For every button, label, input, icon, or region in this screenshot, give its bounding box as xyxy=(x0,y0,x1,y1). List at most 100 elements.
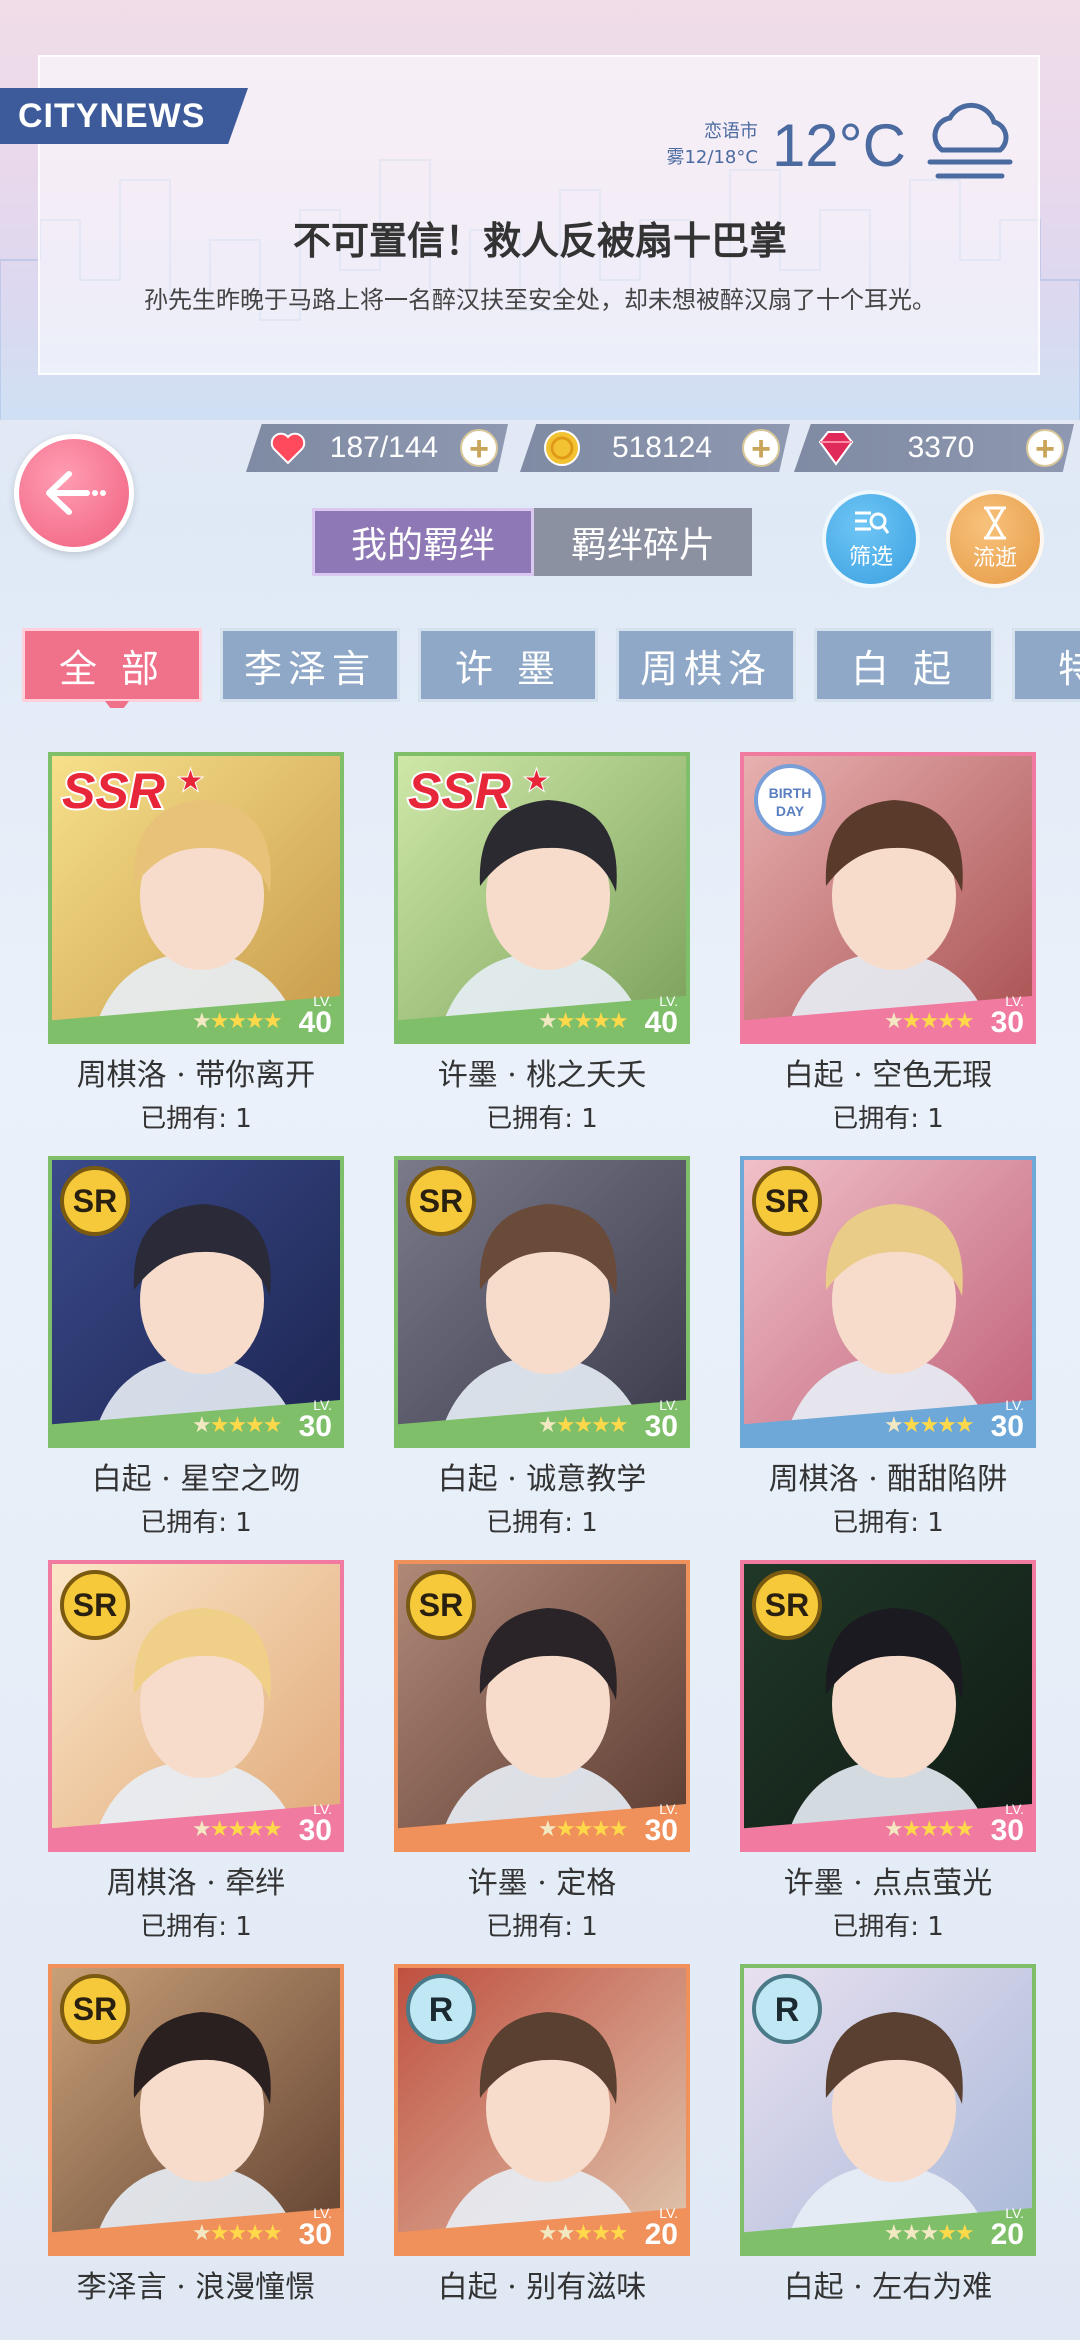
svg-text:BIRTH: BIRTH xyxy=(769,785,812,801)
star-rating: ★★★★★ xyxy=(884,1413,975,1438)
card-portrait: R ★★★★★ LV. 20 xyxy=(394,1964,690,2256)
svg-text:★: ★ xyxy=(178,764,203,797)
card-level: LV. 30 xyxy=(298,1397,332,1443)
star-rating: ★★★★★ xyxy=(538,2221,629,2246)
star-rating: ★★★★★ xyxy=(538,1413,629,1438)
citynews-tag: CITYNEWS xyxy=(0,88,248,144)
bond-card[interactable]: SR ★★★★★ LV. 30 白起 · 诚意教学已拥有: 1 xyxy=(394,1156,690,1538)
tab-li-zeyan[interactable]: 李泽言 xyxy=(220,628,400,702)
diamond-value: 3370 xyxy=(907,431,975,464)
bond-card[interactable]: SR ★★★★★ LV. 30 周棋洛 · 酣甜陷阱 已拥有: 1 xyxy=(740,1156,1036,1538)
svg-text:SR: SR xyxy=(419,1183,463,1219)
card-name: 李泽言 · 浪漫憧憬 xyxy=(76,2270,316,2305)
card-portrait: SR ★★★★★ LV. 30 xyxy=(740,1560,1036,1852)
flow-button[interactable]: 流逝 xyxy=(946,490,1044,588)
card-name: 周棋洛 · 牵绊 xyxy=(106,1866,286,1901)
svg-text:R: R xyxy=(775,1991,800,2029)
add-gold-button[interactable]: + xyxy=(742,429,780,467)
card-level: LV. 40 xyxy=(298,993,332,1039)
gold-bar: 518124 + xyxy=(520,424,790,472)
filter-icon xyxy=(855,511,890,534)
bond-card[interactable]: SSR ★ ★★★★★ LV. 40 许墨 · 桃之夭夭 已拥有: 1 xyxy=(394,752,690,1134)
star-rating: ★★★★★ xyxy=(192,2221,283,2246)
owned-count: 已拥有: 1 xyxy=(140,1508,252,1538)
svg-text:SR: SR xyxy=(73,1587,117,1623)
tab-xu-mo[interactable]: 许 墨 xyxy=(418,628,598,702)
card-name: 周棋洛 · 带你离开 xyxy=(76,1058,316,1093)
svg-text:SR: SR xyxy=(419,1587,463,1623)
owned-count: 已拥有: 1 xyxy=(486,1912,598,1942)
city-name: 恋语市 xyxy=(703,121,758,142)
card-portrait: SR ★★★★★ LV. 30 xyxy=(394,1156,690,1448)
tab-zhou-qiluo[interactable]: 周棋洛 xyxy=(616,628,796,702)
owned-count: 已拥有: 1 xyxy=(140,1912,252,1942)
card-level: LV. 30 xyxy=(644,1397,678,1443)
card-level: LV. 30 xyxy=(644,1801,678,1847)
star-rating: ★★★★★ xyxy=(538,1817,629,1842)
bond-card[interactable]: SR ★★★★★ LV. 30 许墨 · 点点萤光已拥有: 1 xyxy=(740,1560,1036,1942)
card-name: 周棋洛 · 酣甜陷阱 xyxy=(768,1462,1008,1497)
star-rating: ★★★★★ xyxy=(884,2221,975,2246)
card-portrait: BIRTH DAY ★★★★★ LV. 30 xyxy=(740,752,1036,1044)
card-name: 许墨 · 点点萤光 xyxy=(783,1866,993,1901)
add-stamina-button[interactable]: + xyxy=(460,429,498,467)
svg-text:SSR: SSR xyxy=(408,763,511,819)
card-level: LV. 40 xyxy=(644,993,678,1039)
tab-bond-fragments[interactable]: 羁绊碎片 xyxy=(534,508,752,576)
bond-card[interactable]: BIRTH DAY ★★★★★ LV. 30 白起 · 空色无瑕 已拥有: 1 xyxy=(740,752,1036,1134)
add-diamond-button[interactable]: + xyxy=(1026,429,1064,467)
svg-text:SR: SR xyxy=(765,1587,809,1623)
back-button[interactable] xyxy=(14,434,134,552)
bond-card[interactable]: SR ★★★★★ LV. 30 周棋洛 · 牵绊已拥有: 1 xyxy=(48,1560,344,1942)
star-rating: ★★★★★ xyxy=(192,1817,283,1842)
svg-text:SR: SR xyxy=(73,1183,117,1219)
card-level: LV. 30 xyxy=(298,1801,332,1847)
character-filter-tabs: 全 部 李泽言 许 墨 周棋洛 白 起 特别 xyxy=(22,628,1080,708)
weather-city-block: 恋语市 雾12/18°C xyxy=(666,119,757,171)
gold-coin-icon xyxy=(542,428,582,468)
tab-bai-qi[interactable]: 白 起 xyxy=(814,628,994,702)
flow-label: 流逝 xyxy=(972,546,1017,571)
diamond-icon xyxy=(816,428,856,468)
star-rating: ★★★★★ xyxy=(192,1413,283,1438)
bond-card[interactable]: SSR ★ ★★★★★ LV. 40 周棋洛 · 带你离开 已拥有: 1 xyxy=(48,752,344,1134)
bond-card[interactable]: SR ★★★★★ LV. 30 白起 · 星空之吻 已拥有: 1 xyxy=(48,1156,344,1538)
star-rating: ★★★★★ xyxy=(884,1817,975,1842)
news-subline: 孙先生昨晚于马路上将一名醉汉扶至安全处，却未想被醉汉扇了十个耳光。 xyxy=(144,286,936,314)
weather-detail: 雾12/18°C xyxy=(666,147,758,168)
tab-all[interactable]: 全 部 xyxy=(22,628,202,708)
tab-special[interactable]: 特别 xyxy=(1012,628,1080,702)
card-portrait: SR ★★★★★ LV. 30 xyxy=(48,1156,344,1448)
svg-text:★: ★ xyxy=(524,764,549,797)
card-name: 许墨 · 定格 xyxy=(467,1866,617,1901)
hourglass-icon xyxy=(984,506,1006,540)
fog-cloud-icon xyxy=(927,102,1013,179)
card-level: LV. 30 xyxy=(990,1801,1024,1847)
owned-count: 已拥有: 1 xyxy=(486,1508,598,1538)
card-portrait: SR ★★★★★ LV. 30 xyxy=(394,1560,690,1852)
card-level: LV. 30 xyxy=(298,2205,332,2251)
tab-my-bonds[interactable]: 我的羁绊 xyxy=(312,508,534,576)
card-name: 白起 · 诚意教学 xyxy=(437,1462,647,1497)
card-portrait: SSR ★ ★★★★★ LV. 40 xyxy=(48,752,344,1044)
bond-card[interactable]: SR ★★★★★ LV. 30 许墨 · 定格已拥有: 1 xyxy=(394,1560,690,1942)
svg-text:SR: SR xyxy=(765,1183,809,1219)
owned-count: 已拥有: 1 xyxy=(486,1104,598,1134)
bond-card[interactable]: R ★★★★★ LV. 20 白起 · 别有滋味 xyxy=(394,1964,690,2340)
card-name: 白起 · 左右为难 xyxy=(783,2270,993,2305)
card-level: LV. 20 xyxy=(990,2205,1024,2251)
card-portrait: SSR ★ ★★★★★ LV. 40 xyxy=(394,752,690,1044)
bond-card[interactable]: SR ★★★★★ LV. 30 李泽言 · 浪漫憧憬 xyxy=(48,1964,344,2340)
owned-count: 已拥有: 1 xyxy=(140,1104,252,1134)
weather-widget: 恋语市 雾12/18°C 12°C xyxy=(666,100,1020,190)
filter-button[interactable]: 筛选 xyxy=(822,490,920,588)
svg-text:SSR: SSR xyxy=(62,763,165,819)
bond-card[interactable]: R ★★★★★ LV. 20 白起 · 左右为难 xyxy=(740,1964,1036,2340)
owned-count: 已拥有: 1 xyxy=(832,1912,944,1942)
stamina-value: 187/144 xyxy=(329,431,439,464)
bond-segment-control: 我的羁绊 羁绊碎片 xyxy=(312,508,752,576)
card-name: 白起 · 别有滋味 xyxy=(437,2270,647,2305)
svg-text:DAY: DAY xyxy=(776,803,805,819)
heart-icon xyxy=(268,428,308,468)
gold-value: 518124 xyxy=(611,431,713,464)
